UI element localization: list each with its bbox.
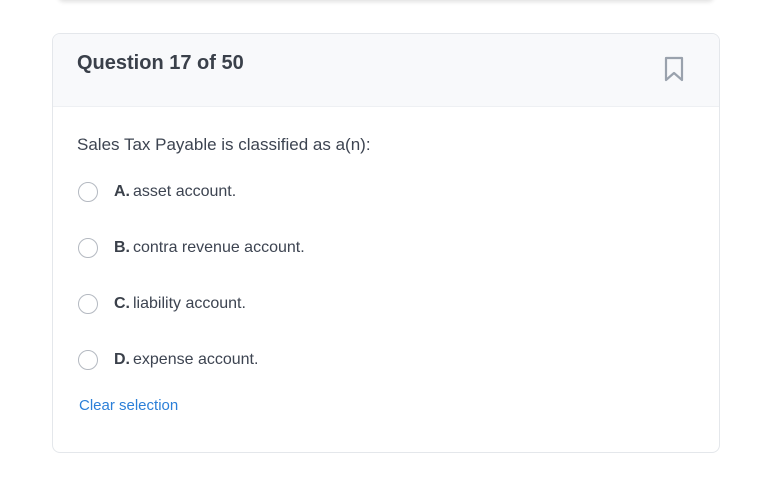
option-letter: C. — [114, 295, 130, 312]
bookmark-button[interactable] — [660, 55, 688, 83]
option-letter: A. — [114, 183, 130, 200]
option-text: asset account. — [133, 183, 237, 200]
radio-button[interactable] — [78, 182, 98, 202]
option-letter: D. — [114, 351, 130, 368]
radio-button[interactable] — [78, 350, 98, 370]
option-letter: B. — [114, 239, 130, 256]
option-a[interactable]: A. asset account. — [78, 179, 236, 205]
clear-selection-link[interactable]: Clear selection — [79, 397, 178, 414]
radio-button[interactable] — [78, 238, 98, 258]
radio-button[interactable] — [78, 294, 98, 314]
option-text: liability account. — [133, 295, 246, 312]
question-title: Question 17 of 50 — [77, 52, 244, 74]
question-prompt: Sales Tax Payable is classified as a(n): — [77, 135, 371, 154]
option-b[interactable]: B. contra revenue account. — [78, 235, 305, 261]
option-d[interactable]: D. expense account. — [78, 347, 258, 373]
option-text: contra revenue account. — [133, 239, 305, 256]
question-header: Question 17 of 50 — [53, 34, 719, 107]
question-card: Question 17 of 50 Sales Tax Payable is c… — [52, 33, 720, 453]
bookmark-icon — [664, 56, 684, 82]
option-text: expense account. — [133, 351, 259, 368]
option-c[interactable]: C. liability account. — [78, 291, 246, 317]
